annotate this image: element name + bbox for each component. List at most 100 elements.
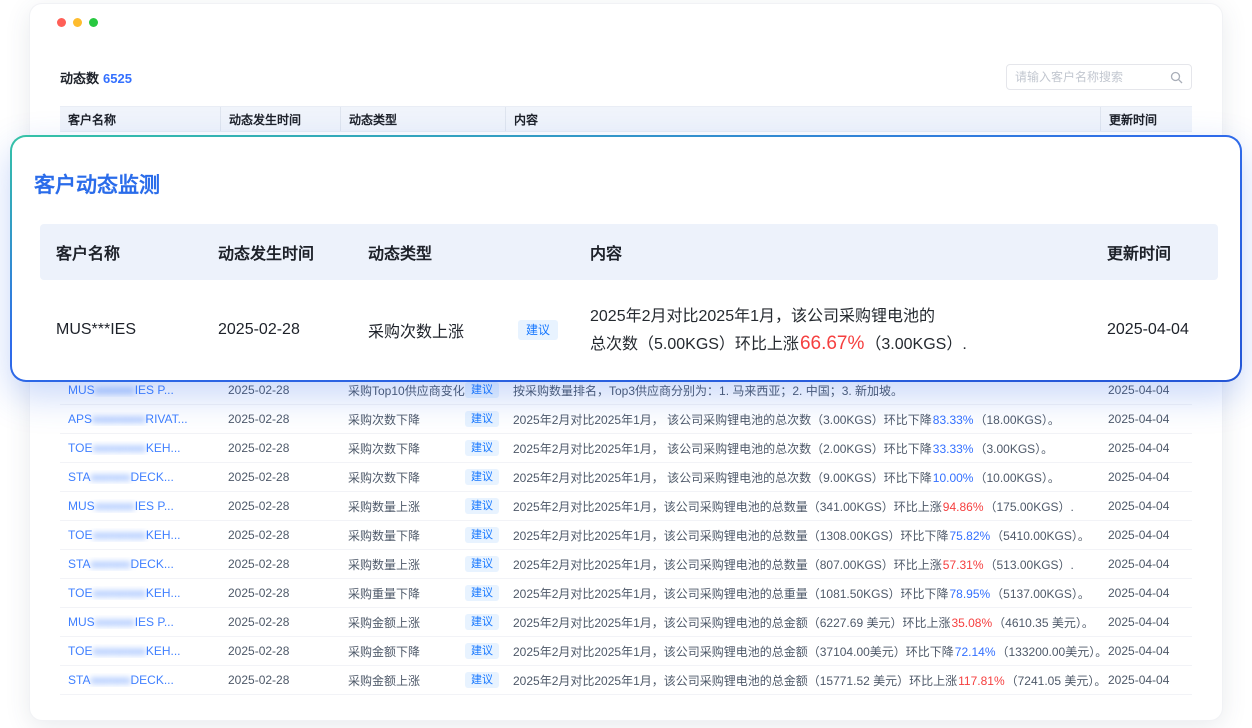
close-window-button[interactable] <box>57 18 66 27</box>
table-row[interactable]: TOEooooooooKEH... 2025-02-28 采购金额下降 建议 2… <box>60 637 1192 666</box>
overlay-header-row: 客户名称 动态发生时间 动态类型 内容 更新时间 <box>40 224 1218 280</box>
percent-change: 35.08% <box>951 616 992 630</box>
table-row[interactable]: STAooooooDECK... 2025-02-28 采购数量上涨 建议 20… <box>60 550 1192 579</box>
dynamics-count: 动态数6525 <box>60 68 132 87</box>
content-cell: 2025年2月对比2025年1月，该公司采购锂电池的总金额（37104.00美元… <box>505 643 1100 660</box>
customer-name-link[interactable]: APSooooooooRIVAT... <box>68 412 188 426</box>
type-cell: 采购金额上涨 建议 <box>340 614 505 631</box>
zoom-window-button[interactable] <box>89 18 98 27</box>
column-header-occur-time: 动态发生时间 <box>220 107 340 131</box>
customer-name-link[interactable]: STAooooooDECK... <box>68 673 174 687</box>
toolbar: 动态数6525 <box>60 62 1192 92</box>
overlay-update-date: 2025-04-04 <box>1091 321 1218 339</box>
type-cell: 采购数量下降 建议 <box>340 527 505 544</box>
occur-date-cell: 2025-02-28 <box>220 441 340 455</box>
customer-search-box[interactable] <box>1006 64 1192 90</box>
suggestion-badge: 建议 <box>465 498 499 514</box>
occur-date-cell: 2025-02-28 <box>220 673 340 687</box>
occur-date-cell: 2025-02-28 <box>220 644 340 658</box>
content-cell: 按采购数量排名，Top3供应商分别为：1. 马来西亚；2. 中国；3. 新加坡。 <box>505 382 1100 399</box>
search-icon[interactable] <box>1170 71 1183 84</box>
overlay-percent-change: 66.67% <box>800 333 864 354</box>
search-input[interactable] <box>1015 70 1170 84</box>
overlay-customer-name: MUS***IES <box>40 321 202 339</box>
redacted-name-segment: oooooooo <box>92 441 145 455</box>
minimize-window-button[interactable] <box>73 18 82 27</box>
overlay-column-customer: 客户名称 <box>40 240 202 264</box>
occur-date-cell: 2025-02-28 <box>220 499 340 513</box>
redacted-name-segment: oooooo <box>90 557 130 571</box>
table-row[interactable]: MUSooooooIES P... 2025-02-28 采购金额上涨 建议 2… <box>60 608 1192 637</box>
table-row[interactable]: STAooooooDECK... 2025-02-28 采购次数下降 建议 20… <box>60 463 1192 492</box>
table-row[interactable]: STAooooooDECK... 2025-02-28 采购金额上涨 建议 20… <box>60 666 1192 695</box>
customer-name-link[interactable]: STAooooooDECK... <box>68 557 174 571</box>
overlay-title: 客户动态监测 <box>34 169 160 199</box>
redacted-name-segment: oooooo <box>90 673 130 687</box>
overlay-content-cell: 2025年2月对比2025年1月，该公司采购锂电池的 总次数（5.00KGS）环… <box>574 303 1091 358</box>
table-row[interactable]: MUSooooooIES P... 2025-02-28 采购数量上涨 建议 2… <box>60 492 1192 521</box>
type-cell: 采购数量上涨 建议 <box>340 556 505 573</box>
update-date-cell: 2025-04-04 <box>1100 615 1192 629</box>
occur-date-cell: 2025-02-28 <box>220 412 340 426</box>
overlay-column-content: 内容 <box>574 240 1091 264</box>
type-cell: 采购重量下降 建议 <box>340 585 505 602</box>
content-cell: 2025年2月对比2025年1月， 该公司采购锂电池的总次数（9.00KGS）环… <box>505 469 1100 486</box>
zoom-preview-card: 客户动态监测 客户名称 动态发生时间 动态类型 内容 更新时间 MUS***IE… <box>10 135 1242 382</box>
customer-name-link[interactable]: TOEooooooooKEH... <box>68 528 181 542</box>
customer-name-link[interactable]: TOEooooooooKEH... <box>68 586 181 600</box>
update-date-cell: 2025-04-04 <box>1100 412 1192 426</box>
redacted-name-segment: oooooo <box>95 383 135 397</box>
redacted-name-segment: oooooooo <box>92 586 145 600</box>
overlay-suggestion-badge: 建议 <box>518 320 558 340</box>
update-date-cell: 2025-04-04 <box>1100 470 1192 484</box>
table-row[interactable]: TOEooooooooKEH... 2025-02-28 采购重量下降 建议 2… <box>60 579 1192 608</box>
window-controls <box>57 18 98 27</box>
type-cell: 采购Top10供应商变化 建议 <box>340 382 505 399</box>
content-cell: 2025年2月对比2025年1月，该公司采购锂电池的总数量（1308.00KGS… <box>505 527 1100 544</box>
percent-change: 57.31% <box>943 558 984 572</box>
type-cell: 采购次数下降 建议 <box>340 440 505 457</box>
occur-date-cell: 2025-02-28 <box>220 470 340 484</box>
percent-change: 33.33% <box>933 442 974 456</box>
occur-date-cell: 2025-02-28 <box>220 557 340 571</box>
update-date-cell: 2025-04-04 <box>1100 644 1192 658</box>
table-row[interactable]: APSooooooooRIVAT... 2025-02-28 采购次数下降 建议… <box>60 405 1192 434</box>
percent-change: 78.95% <box>949 587 990 601</box>
suggestion-badge: 建议 <box>465 614 499 630</box>
customer-name-link[interactable]: TOEooooooooKEH... <box>68 644 181 658</box>
table-row[interactable]: TOEooooooooKEH... 2025-02-28 采购数量下降 建议 2… <box>60 521 1192 550</box>
customer-name-link[interactable]: MUSooooooIES P... <box>68 383 174 397</box>
redacted-name-segment: oooooooo <box>92 412 145 426</box>
suggestion-badge: 建议 <box>465 469 499 485</box>
update-date-cell: 2025-04-04 <box>1100 528 1192 542</box>
customer-name-link[interactable]: STAooooooDECK... <box>68 470 174 484</box>
percent-change: 72.14% <box>955 645 996 659</box>
content-cell: 2025年2月对比2025年1月，该公司采购锂电池的总金额（15771.52 美… <box>505 672 1100 689</box>
column-header-customer: 客户名称 <box>60 107 220 131</box>
customer-name-link[interactable]: TOEooooooooKEH... <box>68 441 181 455</box>
overlay-column-update-time: 更新时间 <box>1091 240 1218 264</box>
content-cell: 2025年2月对比2025年1月，该公司采购锂电池的总金额（6227.69 美元… <box>505 614 1100 631</box>
suggestion-badge: 建议 <box>465 643 499 659</box>
overlay-column-type: 动态类型 <box>352 240 574 264</box>
percent-change: 75.82% <box>949 529 990 543</box>
table-header-row: 客户名称 动态发生时间 动态类型 内容 更新时间 <box>60 106 1192 132</box>
suggestion-badge: 建议 <box>465 440 499 456</box>
content-cell: 2025年2月对比2025年1月， 该公司采购锂电池的总次数（3.00KGS）环… <box>505 411 1100 428</box>
table-row[interactable]: TOEooooooooKEH... 2025-02-28 采购次数下降 建议 2… <box>60 434 1192 463</box>
overlay-content-line1: 2025年2月对比2025年1月，该公司采购锂电池的 <box>590 303 1091 330</box>
suggestion-badge: 建议 <box>465 585 499 601</box>
overlay-data-row[interactable]: MUS***IES 2025-02-28 采购次数上涨 建议 2025年2月对比… <box>40 280 1218 380</box>
update-date-cell: 2025-04-04 <box>1100 673 1192 687</box>
type-cell: 采购次数下降 建议 <box>340 469 505 486</box>
customer-name-link[interactable]: MUSooooooIES P... <box>68 499 174 513</box>
percent-change: 83.33% <box>933 413 974 427</box>
dynamics-count-value: 6525 <box>103 71 132 86</box>
customer-name-link[interactable]: MUSooooooIES P... <box>68 615 174 629</box>
percent-change: 94.86% <box>943 500 984 514</box>
overlay-column-occur-time: 动态发生时间 <box>202 240 352 264</box>
overlay-content-line2: 总次数（5.00KGS）环比上涨66.67%（3.00KGS）. <box>590 330 1091 358</box>
suggestion-badge: 建议 <box>465 556 499 572</box>
column-header-content: 内容 <box>505 107 1100 131</box>
percent-change: 10.00% <box>933 471 974 485</box>
